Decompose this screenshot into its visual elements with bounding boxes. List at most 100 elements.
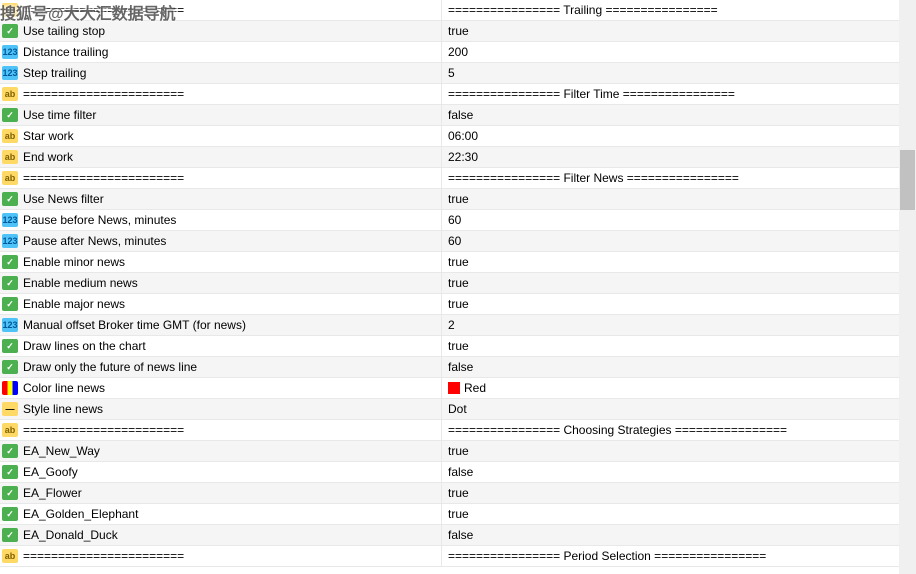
property-name-cell[interactable]: 123Pause after News, minutes xyxy=(0,231,442,251)
property-name-cell[interactable]: ✓Use time filter xyxy=(0,105,442,125)
property-row[interactable]: ✓Use News filtertrue xyxy=(0,189,899,210)
property-value-cell[interactable]: ================ Period Selection ======… xyxy=(442,546,899,566)
property-value-cell[interactable]: 200 xyxy=(442,42,899,62)
property-name-label: Draw only the future of news line xyxy=(23,360,197,374)
property-row[interactable]: abEnd work22:30 xyxy=(0,147,899,168)
property-name-cell[interactable]: ✓EA_Donald_Duck xyxy=(0,525,442,545)
property-name-cell[interactable]: ✓Use tailing stop xyxy=(0,21,442,41)
property-name-cell[interactable]: 123Pause before News, minutes xyxy=(0,210,442,230)
bool-type-icon: ✓ xyxy=(2,297,18,311)
property-value-cell[interactable]: 06:00 xyxy=(442,126,899,146)
property-name-cell[interactable]: 123Manual offset Broker time GMT (for ne… xyxy=(0,315,442,335)
property-row[interactable]: ✓Enable major newstrue xyxy=(0,294,899,315)
property-name-cell[interactable]: ✓Enable minor news xyxy=(0,252,442,272)
scrollbar-thumb[interactable] xyxy=(900,150,915,210)
property-row[interactable]: 123Manual offset Broker time GMT (for ne… xyxy=(0,315,899,336)
property-name-label: Color line news xyxy=(23,381,105,395)
property-name-cell[interactable]: ✓EA_Flower xyxy=(0,483,442,503)
property-row[interactable]: ✓Use tailing stop true xyxy=(0,21,899,42)
property-value-cell[interactable]: 60 xyxy=(442,231,899,251)
number-type-icon: 123 xyxy=(2,45,18,59)
property-name-cell[interactable]: ✓Enable medium news xyxy=(0,273,442,293)
property-row[interactable]: ✓ Draw only the future of news line false xyxy=(0,357,899,378)
property-row[interactable]: ✓EA_Golden_Elephant true xyxy=(0,504,899,525)
property-value-cell[interactable]: Red xyxy=(442,378,899,398)
property-name-cell[interactable]: abEnd work xyxy=(0,147,442,167)
property-row[interactable]: ✓EA_Goofyfalse xyxy=(0,462,899,483)
property-row[interactable]: ✓Use time filterfalse xyxy=(0,105,899,126)
property-row[interactable]: ab======================================… xyxy=(0,0,899,21)
property-name-label: ======================= xyxy=(23,87,184,101)
string-type-icon: ab xyxy=(2,171,18,185)
property-row[interactable]: ✓EA_Donald_Duckfalse xyxy=(0,525,899,546)
property-name-cell[interactable]: —Style line news xyxy=(0,399,442,419)
property-value-cell[interactable]: true xyxy=(442,21,899,41)
property-row[interactable]: —Style line newsDot xyxy=(0,399,899,420)
property-name-cell[interactable]: ✓EA_New_Way xyxy=(0,441,442,461)
property-value-cell[interactable]: 22:30 xyxy=(442,147,899,167)
property-value-cell[interactable]: true xyxy=(442,252,899,272)
property-name-cell[interactable]: ab======================= xyxy=(0,168,442,188)
property-row[interactable]: ab======================================… xyxy=(0,168,899,189)
property-row[interactable]: 123Distance trailing200 xyxy=(0,42,899,63)
property-value-cell[interactable]: true xyxy=(442,189,899,209)
property-row[interactable]: ✓Enable minor newstrue xyxy=(0,252,899,273)
property-value-cell[interactable]: true xyxy=(442,504,899,524)
property-value-label: true xyxy=(448,24,469,38)
property-row[interactable]: ab======================================… xyxy=(0,84,899,105)
property-value-cell[interactable]: false xyxy=(442,525,899,545)
property-name-cell[interactable]: ✓Enable major news xyxy=(0,294,442,314)
property-name-cell[interactable]: ✓EA_Goofy xyxy=(0,462,442,482)
property-value-cell[interactable]: false xyxy=(442,357,899,377)
property-row[interactable]: Color line news Red xyxy=(0,378,899,399)
property-value-cell[interactable]: 5 xyxy=(442,63,899,83)
property-value-cell[interactable]: true xyxy=(442,294,899,314)
property-value-cell[interactable]: true xyxy=(442,483,899,503)
property-row[interactable]: ✓EA_Flower true xyxy=(0,483,899,504)
property-name-cell[interactable]: ab======================= xyxy=(0,84,442,104)
property-name-cell[interactable]: ✓ Draw only the future of news line xyxy=(0,357,442,377)
property-value-cell[interactable]: true xyxy=(442,441,899,461)
property-value-cell[interactable]: false xyxy=(442,462,899,482)
property-value-label: true xyxy=(448,507,469,521)
property-name-cell[interactable]: abStar work xyxy=(0,126,442,146)
property-value-cell[interactable]: ================ Trailing ==============… xyxy=(442,0,899,20)
property-row[interactable]: 123Step trailing5 xyxy=(0,63,899,84)
property-value-cell[interactable]: false xyxy=(442,105,899,125)
property-name-cell[interactable]: Color line news xyxy=(0,378,442,398)
property-value-cell[interactable]: true xyxy=(442,336,899,356)
property-name-cell[interactable]: 123Distance trailing xyxy=(0,42,442,62)
property-row[interactable]: ab======================================… xyxy=(0,420,899,441)
bool-type-icon: ✓ xyxy=(2,507,18,521)
property-row[interactable]: 123Pause after News, minutes60 xyxy=(0,231,899,252)
property-value-cell[interactable]: ================ Filter News ===========… xyxy=(442,168,899,188)
property-name-cell[interactable]: 123Step trailing xyxy=(0,63,442,83)
scrollbar-track[interactable] xyxy=(899,0,916,574)
number-type-icon: 123 xyxy=(2,318,18,332)
property-value-cell[interactable]: Dot xyxy=(442,399,899,419)
property-value-label: true xyxy=(448,339,469,353)
bool-type-icon: ✓ xyxy=(2,360,18,374)
property-value-label: ================ Period Selection ======… xyxy=(448,549,766,563)
property-row[interactable]: ✓Enable medium newstrue xyxy=(0,273,899,294)
property-row[interactable]: ab======================= ===============… xyxy=(0,546,899,567)
property-row[interactable]: 123Pause before News, minutes60 xyxy=(0,210,899,231)
property-value-label: true xyxy=(448,486,469,500)
property-row[interactable]: ✓EA_New_Waytrue xyxy=(0,441,899,462)
property-value-cell[interactable]: ================ Filter Time ===========… xyxy=(442,84,899,104)
property-grid[interactable]: ab======================================… xyxy=(0,0,899,574)
property-name-cell[interactable]: ab======================= xyxy=(0,0,442,20)
property-value-cell[interactable]: 60 xyxy=(442,210,899,230)
property-value-cell[interactable]: true xyxy=(442,273,899,293)
number-type-icon: 123 xyxy=(2,213,18,227)
property-row[interactable]: ✓Draw lines on the chart true xyxy=(0,336,899,357)
property-name-cell[interactable]: ✓EA_Golden_Elephant xyxy=(0,504,442,524)
property-name-cell[interactable]: ✓Draw lines on the chart xyxy=(0,336,442,356)
property-value-cell[interactable]: ================ Choosing Strategies ===… xyxy=(442,420,899,440)
property-name-cell[interactable]: ab======================= xyxy=(0,420,442,440)
property-name-label: EA_Donald_Duck xyxy=(23,528,118,542)
property-name-cell[interactable]: ab======================= xyxy=(0,546,442,566)
property-value-cell[interactable]: 2 xyxy=(442,315,899,335)
property-name-cell[interactable]: ✓Use News filter xyxy=(0,189,442,209)
property-row[interactable]: abStar work06:00 xyxy=(0,126,899,147)
